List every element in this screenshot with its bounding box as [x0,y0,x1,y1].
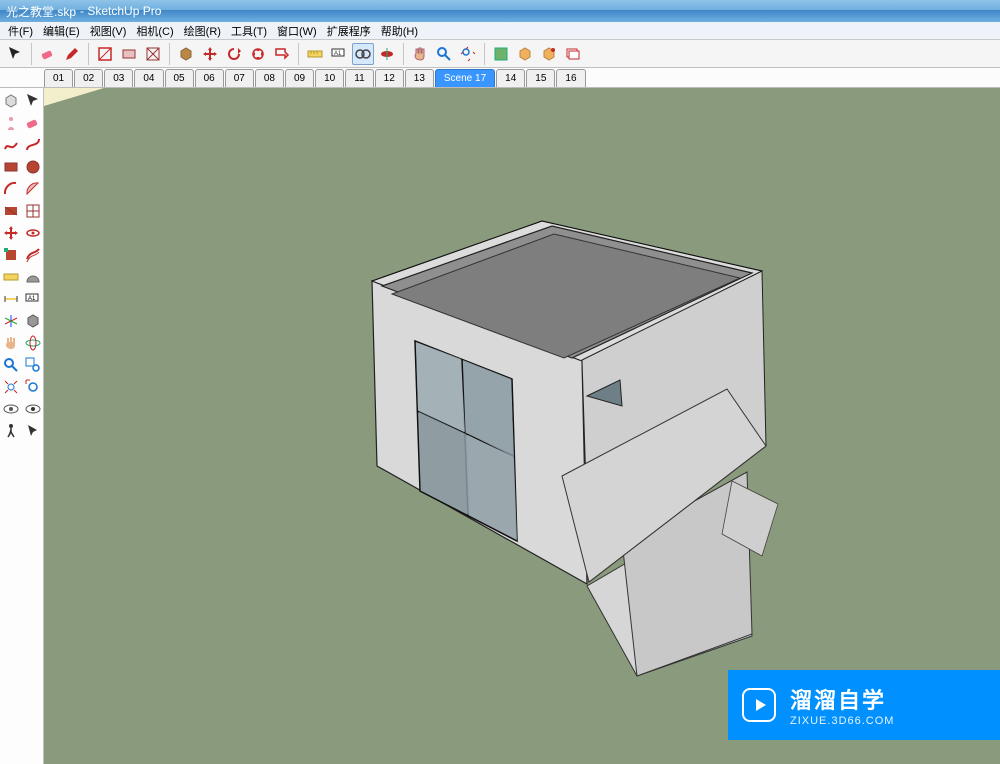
lt-prev-icon[interactable] [22,376,44,398]
lt-section-icon[interactable] [22,310,44,332]
paint-tool[interactable] [538,43,560,65]
main-toolbar: A1 [0,40,1000,68]
scene-tab[interactable]: 06 [195,69,224,87]
model-3d [242,146,802,706]
menu-window[interactable]: 窗口(W) [273,23,321,39]
protractor-tool[interactable] [376,43,398,65]
component-tool[interactable] [514,43,536,65]
pushpull-tool[interactable] [175,43,197,65]
lt-grid-icon[interactable] [22,200,44,222]
svg-text:A1: A1 [28,296,36,302]
zoom-extents-tool[interactable] [457,43,479,65]
lt-circle-icon[interactable] [22,156,44,178]
scene-tab[interactable]: 10 [315,69,344,87]
menu-edit[interactable]: 编辑(E) [39,23,84,39]
layers-tool[interactable] [562,43,584,65]
lt-person-icon[interactable] [0,112,22,134]
line-tool[interactable] [94,43,116,65]
lt-dim-icon[interactable] [0,288,22,310]
lt-text-icon[interactable]: A1 [22,288,44,310]
menu-ext[interactable]: 扩展程序 [323,23,375,39]
lt-eye-icon[interactable] [22,398,44,420]
scene-tab[interactable]: Scene 17 [435,69,495,87]
pan-tool[interactable] [409,43,431,65]
scale-tool[interactable] [247,43,269,65]
lt-arc1-icon[interactable] [0,178,22,200]
lt-pan-icon[interactable] [0,332,22,354]
scene-tab[interactable]: 07 [225,69,254,87]
pencil-tool[interactable] [61,43,83,65]
lt-protractor-icon[interactable] [22,266,44,288]
window-title: 光之教堂.skp [6,3,76,20]
lt-poly-icon[interactable] [0,200,22,222]
lt-curve-icon[interactable] [22,134,44,156]
lt-tape-icon[interactable] [0,266,22,288]
tape-tool[interactable] [304,43,326,65]
app-name: - SketchUp Pro [80,4,161,18]
watermark-title: 溜溜自学 [790,683,894,715]
scene-tab[interactable]: 14 [496,69,525,87]
arc-tool[interactable] [142,43,164,65]
scene-tab[interactable]: 05 [165,69,194,87]
scene-tab[interactable]: 02 [74,69,103,87]
lt-arc2-icon[interactable] [22,178,44,200]
menu-bar: 件(F) 编辑(E) 视图(V) 相机(C) 绘图(R) 工具(T) 窗口(W)… [0,22,1000,40]
scene-tab[interactable]: 11 [345,69,373,87]
scene-tab[interactable]: 13 [405,69,434,87]
menu-help[interactable]: 帮助(H) [377,23,422,39]
orbit-tool[interactable] [490,43,512,65]
lt-move-icon[interactable] [0,222,22,244]
menu-tools[interactable]: 工具(T) [227,23,271,39]
lt-walk-icon[interactable] [0,420,22,442]
lt-axes-icon[interactable] [0,310,22,332]
menu-draw[interactable]: 绘图(R) [180,23,225,39]
scene-tab[interactable]: 03 [104,69,133,87]
svg-text:A1: A1 [334,51,342,57]
rotate-tool[interactable] [223,43,245,65]
watermark-url: ZIXUE.3D66.COM [790,715,894,727]
lt-shape1-icon[interactable] [0,156,22,178]
workspace: A1 [0,88,1000,764]
title-bar: 光之教堂.skp - SketchUp Pro [0,0,1000,22]
lt-freehand-icon[interactable] [0,134,22,156]
sky-corner [44,88,104,106]
scene-tab[interactable]: 04 [134,69,163,87]
zoom-tool[interactable] [433,43,455,65]
select-tool[interactable] [4,43,26,65]
viewport[interactable]: 溜溜自学 ZIXUE.3D66.COM [44,88,1000,764]
dimension-tool[interactable] [352,43,374,65]
lt-zoomext-icon[interactable] [0,376,22,398]
lt-zoom-icon[interactable] [0,354,22,376]
lt-eraser-icon[interactable] [22,112,44,134]
menu-view[interactable]: 视图(V) [86,23,131,39]
lt-scale-icon[interactable] [0,244,22,266]
scene-tab[interactable]: 12 [375,69,404,87]
text-tool[interactable]: A1 [328,43,350,65]
lt-look-icon[interactable] [0,398,22,420]
eraser-tool[interactable] [37,43,59,65]
offset-tool[interactable] [271,43,293,65]
rect-tool[interactable] [118,43,140,65]
scene-tab[interactable]: 09 [285,69,314,87]
scene-tab[interactable]: 08 [255,69,284,87]
left-toolbar: A1 [0,88,44,764]
lt-rotate-icon[interactable] [22,222,44,244]
menu-file[interactable]: 件(F) [4,23,37,39]
scene-tabs: 01020304050607080910111213Scene 17141516 [0,68,1000,88]
move-tool[interactable] [199,43,221,65]
lt-zoomwin-icon[interactable] [22,354,44,376]
watermark: 溜溜自学 ZIXUE.3D66.COM [728,670,1000,740]
scene-tab[interactable]: 16 [556,69,585,87]
play-icon [742,688,776,722]
menu-camera[interactable]: 相机(C) [132,23,177,39]
scene-tab[interactable]: 01 [44,69,73,87]
lt-select-icon[interactable] [22,90,44,112]
lt-orbit-icon[interactable] [22,332,44,354]
lt-cube-icon[interactable] [0,90,22,112]
scene-tab[interactable]: 15 [526,69,555,87]
lt-offset-icon[interactable] [22,244,44,266]
lt-cursor-icon[interactable] [22,420,44,442]
